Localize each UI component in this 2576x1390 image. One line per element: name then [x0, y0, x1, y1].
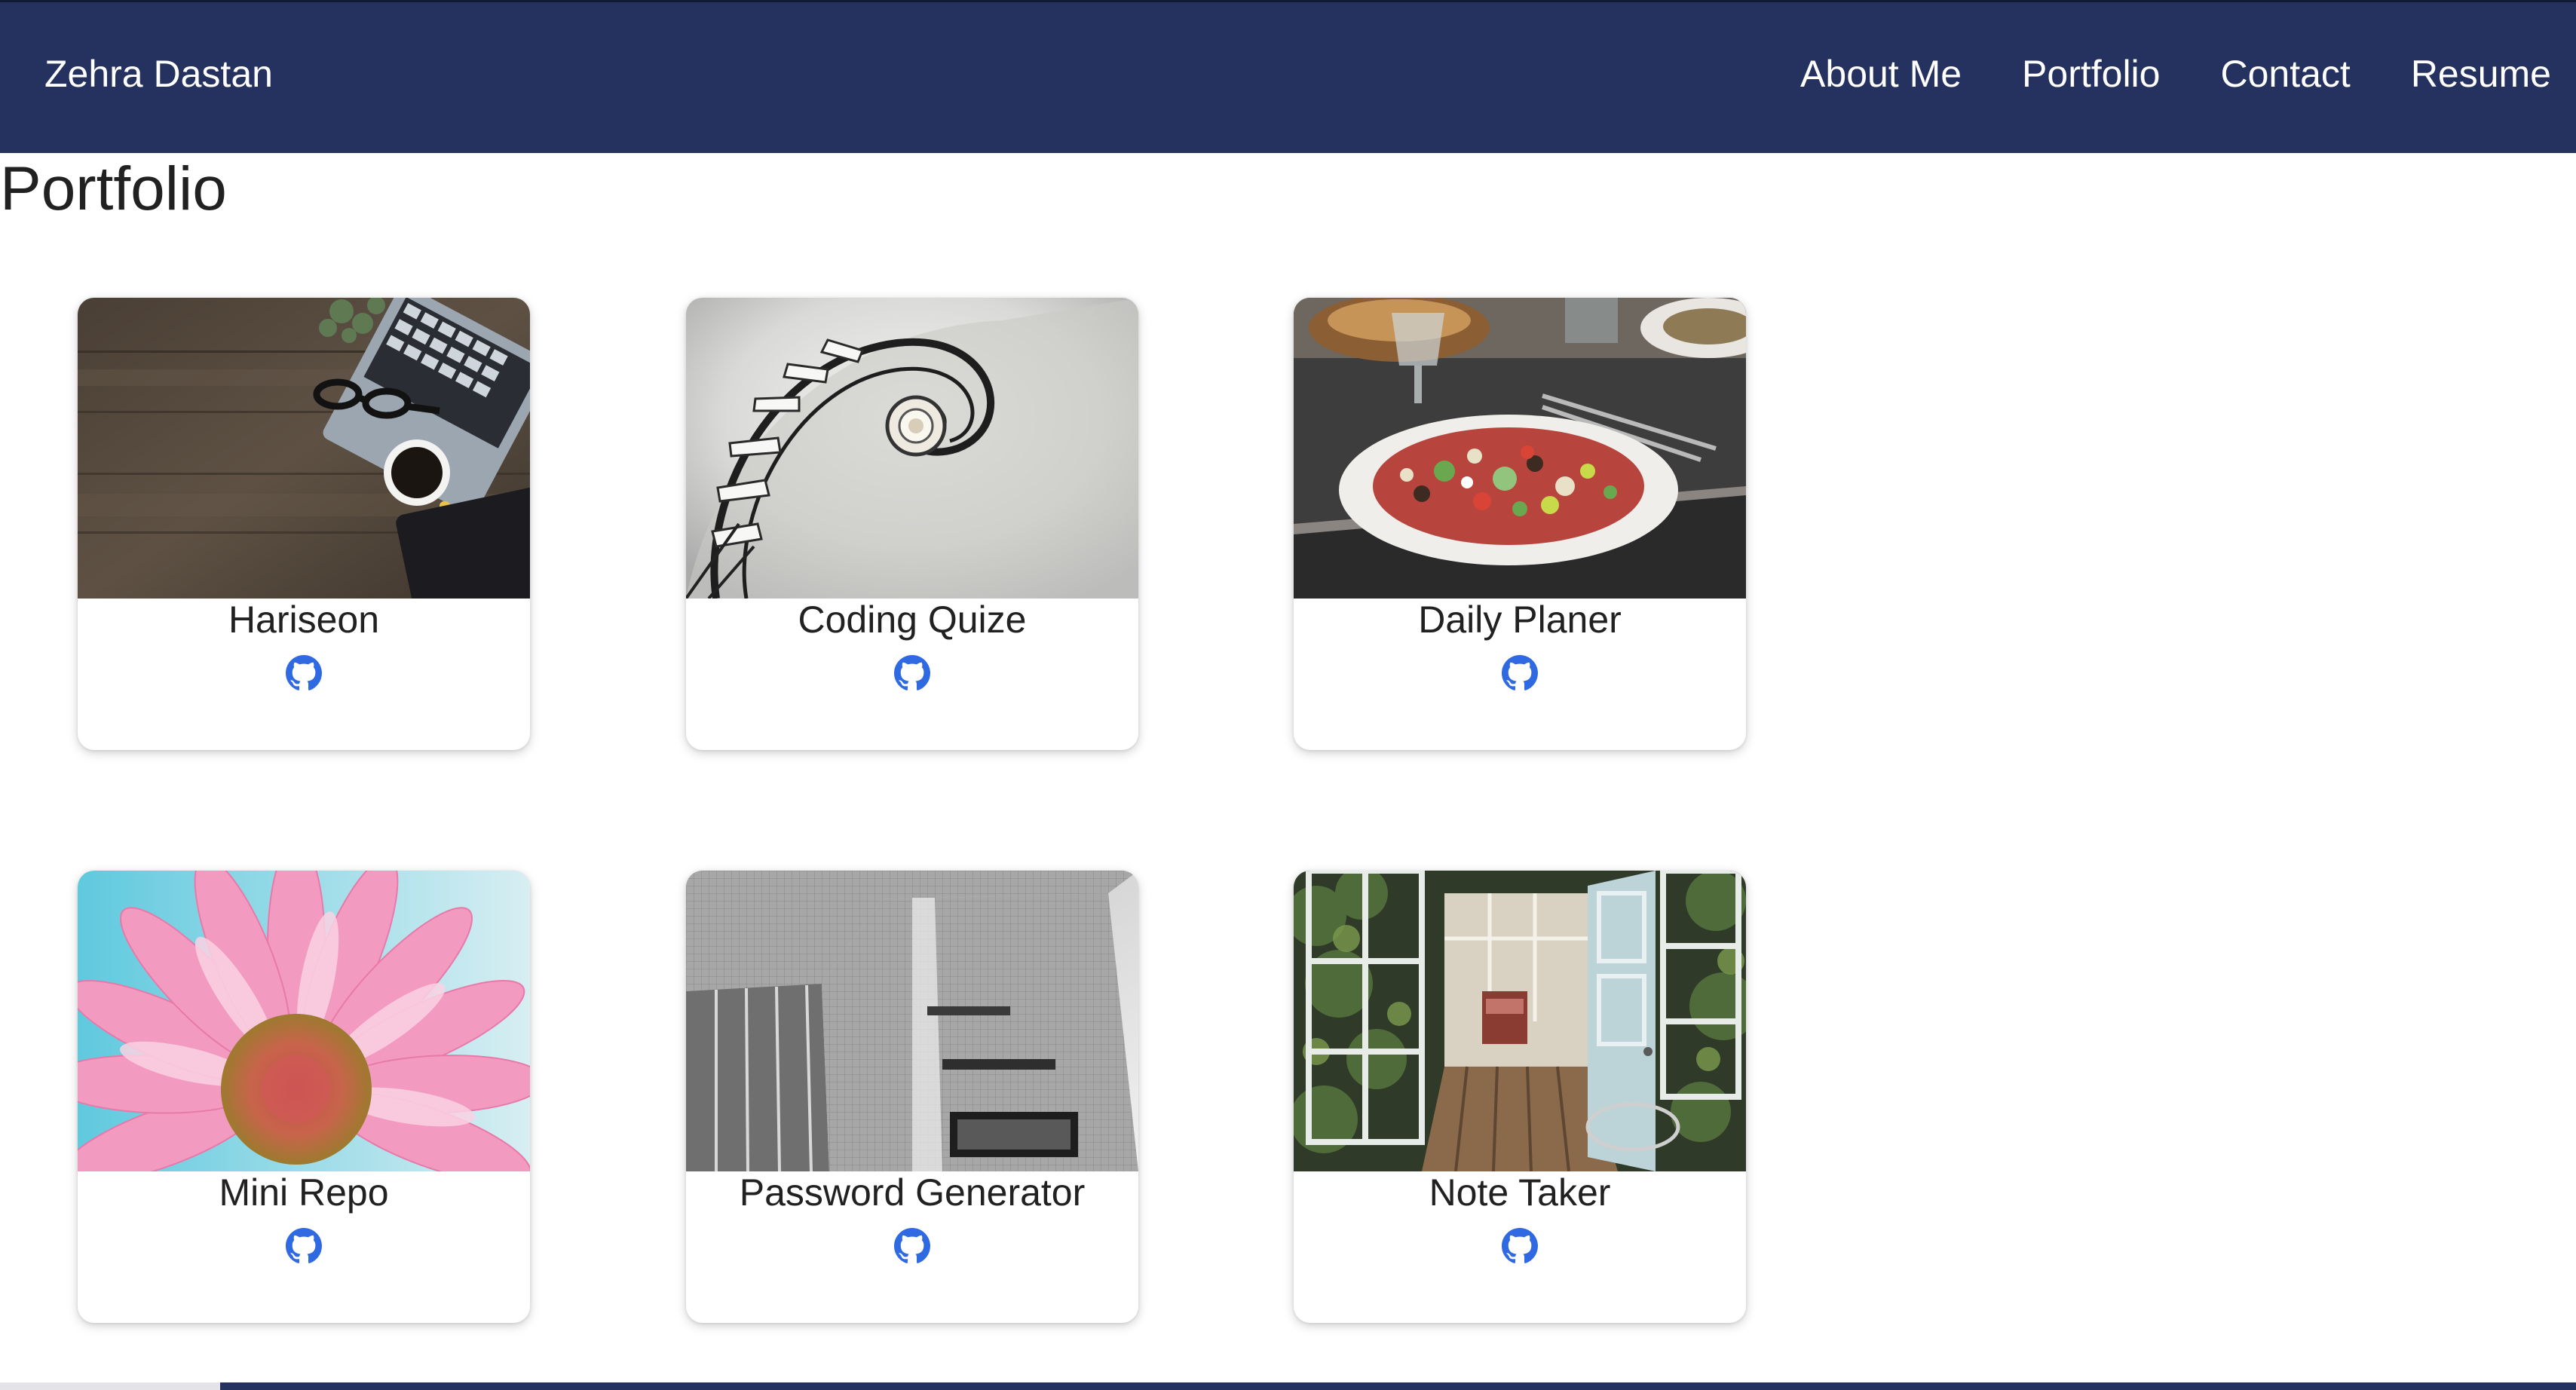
project-card-daily-planer: Daily Planer	[1294, 298, 1746, 750]
nav-link-about-me[interactable]: About Me	[1800, 51, 1962, 97]
project-title: Mini Repo	[219, 1171, 389, 1214]
project-image-desk	[78, 298, 530, 599]
project-card-note-taker: Note Taker	[1294, 871, 1746, 1323]
project-image-salad	[1294, 298, 1746, 599]
horizontal-scrollbar[interactable]	[0, 1382, 220, 1390]
footer-bar	[0, 1382, 2576, 1390]
project-image-greenhouse	[1294, 871, 1746, 1171]
project-image-daisy	[78, 871, 530, 1171]
project-title: Hariseon	[228, 599, 380, 641]
project-title: Note Taker	[1429, 1171, 1611, 1214]
nav-link-contact[interactable]: Contact	[2220, 51, 2350, 97]
project-card-password-generator: Password Generator	[686, 871, 1138, 1323]
project-card-hariseon: Hariseon	[78, 298, 530, 750]
github-icon[interactable]	[1502, 655, 1538, 691]
nav-link-resume[interactable]: Resume	[2411, 51, 2551, 97]
project-title: Password Generator	[739, 1171, 1086, 1214]
project-title: Coding Quize	[798, 599, 1027, 641]
github-icon[interactable]	[286, 1228, 322, 1264]
page-title: Portfolio	[0, 155, 227, 223]
github-icon[interactable]	[894, 655, 930, 691]
github-icon[interactable]	[1502, 1228, 1538, 1264]
project-card-mini-repo: Mini Repo	[78, 871, 530, 1323]
navbar: Zehra Dastan About Me Portfolio Contact …	[0, 0, 2576, 153]
github-icon[interactable]	[286, 655, 322, 691]
project-image-building	[686, 871, 1138, 1171]
project-card-coding-quize: Coding Quize	[686, 298, 1138, 750]
project-title: Daily Planer	[1418, 599, 1622, 641]
nav-links: About Me Portfolio Contact Resume	[1740, 51, 2551, 97]
github-icon[interactable]	[894, 1228, 930, 1264]
nav-link-portfolio[interactable]: Portfolio	[2022, 51, 2160, 97]
brand-link[interactable]: Zehra Dastan	[44, 51, 273, 97]
project-image-staircase	[686, 298, 1138, 599]
